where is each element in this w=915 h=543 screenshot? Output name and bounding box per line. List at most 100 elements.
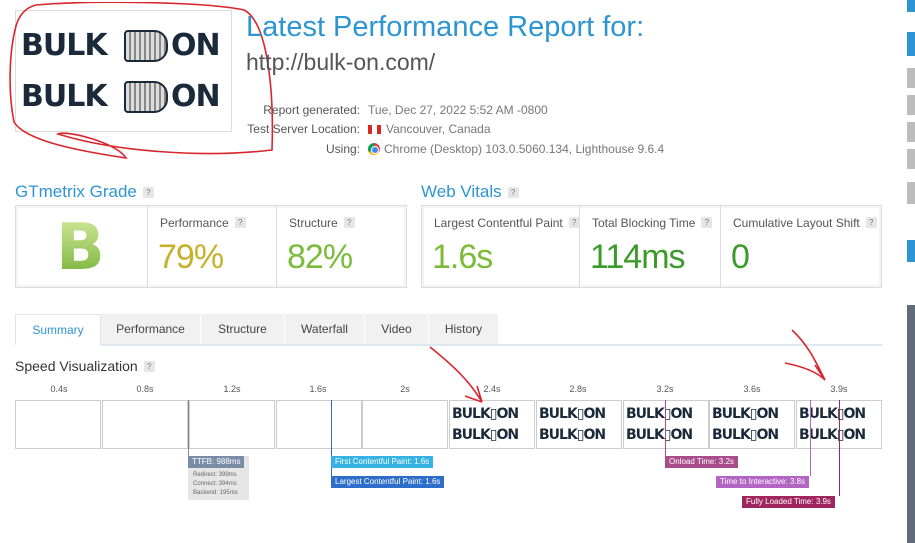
help-icon[interactable]: ?	[143, 361, 155, 372]
red-annotation-arrow-left	[429, 346, 483, 403]
structure-label: Structure?	[289, 216, 355, 230]
meta-label-generated: Report generated:	[263, 103, 360, 117]
performance-label: Performance?	[160, 216, 246, 230]
timeline-tick-label: 0.4s	[50, 384, 68, 394]
performance-value: 79%	[158, 238, 224, 276]
fully-loaded-marker-line	[839, 400, 840, 496]
filmstrip-frame-blank[interactable]	[102, 400, 188, 449]
lcp-cell: Largest Contentful Paint? 1.6s	[422, 206, 580, 287]
sidebar-block[interactable]	[907, 240, 915, 262]
ttfb-connect: Connect: 394ms	[193, 481, 237, 487]
gtmetrix-grade-heading: GTmetrix Grade?	[15, 182, 154, 202]
fully-loaded-tag[interactable]: Fully Loaded Time: 3.9s	[742, 496, 835, 508]
tab-summary[interactable]: Summary	[15, 314, 101, 346]
frame-logo: BULK▯ON	[626, 427, 693, 443]
ttfb-backend: Backend: 195ms	[193, 490, 238, 496]
filmstrip-frame-loaded[interactable]: BULK▯ON BULK▯ON	[709, 400, 795, 449]
tbt-value: 114ms	[590, 238, 686, 276]
grade-letter: B	[56, 211, 105, 285]
frame-logo: BULK▯ON	[626, 406, 693, 422]
tbt-label: Total Blocking Time?	[592, 216, 713, 230]
chrome-icon	[368, 143, 380, 155]
filmstrip-frame-loaded[interactable]: BULK▯ON BULK▯ON	[536, 400, 622, 449]
lcp-label: Largest Contentful Paint?	[434, 216, 580, 230]
timeline-tick-label: 3.2s	[656, 384, 674, 394]
meta-value-location-row: Vancouver, Canada	[368, 122, 491, 136]
timeline-tick-label: 1.2s	[223, 384, 241, 394]
performance-cell: Performance? 79%	[147, 206, 276, 287]
gtmetrix-grade-card: B Performance? 79% Structure? 82%	[15, 205, 407, 288]
help-icon[interactable]: ?	[865, 217, 877, 228]
tab-performance[interactable]: Performance	[101, 314, 201, 344]
frame-logo: BULK▯ON	[799, 427, 866, 443]
meta-value-location: Vancouver, Canada	[386, 122, 491, 136]
sidebar-block[interactable]	[907, 149, 915, 169]
ttfb-redirect: Redirect: 399ms	[193, 472, 237, 478]
onload-marker-line	[665, 400, 666, 456]
frame-logo: BULK▯ON	[539, 427, 606, 443]
filmstrip-frame-blank[interactable]	[15, 400, 101, 449]
page-title: Latest Performance Report for:	[246, 11, 645, 43]
timeline-tick-label: 2s	[400, 384, 410, 394]
timeline-tick-label: 3.6s	[743, 384, 761, 394]
help-icon[interactable]: ?	[142, 187, 154, 198]
web-vitals-heading-text: Web Vitals	[421, 182, 502, 201]
tti-marker-line	[810, 400, 811, 476]
speed-visualization-heading: Speed Visualization?	[15, 358, 155, 374]
onload-tag[interactable]: Onload Time: 3.2s	[665, 456, 738, 468]
red-annotation-arrow-right	[784, 329, 826, 381]
structure-cell: Structure? 82%	[276, 206, 408, 287]
web-vitals-card: Largest Contentful Paint? 1.6s Total Blo…	[421, 205, 882, 288]
sidebar-block	[907, 305, 915, 543]
meta-value-generated: Tue, Dec 27, 2022 5:52 AM -0800	[368, 103, 548, 117]
meta-label-location: Test Server Location:	[247, 122, 360, 136]
sidebar-block[interactable]	[907, 32, 915, 56]
frame-logo: BULK▯ON	[452, 427, 519, 443]
speed-visualization-heading-text: Speed Visualization	[15, 358, 138, 374]
help-icon[interactable]: ?	[507, 187, 519, 198]
timeline-tick-label: 0.8s	[136, 384, 154, 394]
meta-label-using: Using:	[325, 142, 360, 156]
report-url[interactable]: http://bulk-on.com/	[246, 49, 435, 76]
frame-logo: BULK▯ON	[712, 406, 779, 422]
help-icon[interactable]: ?	[343, 217, 355, 228]
tab-history[interactable]: History	[429, 314, 499, 344]
structure-value: 82%	[287, 238, 353, 276]
frame-logo: BULK▯ON	[539, 406, 606, 422]
filmstrip-frame-loaded[interactable]: BULK▯ON BULK▯ON	[623, 400, 709, 449]
sidebar-block[interactable]	[907, 68, 915, 88]
right-sidebar	[900, 0, 915, 543]
tab-structure[interactable]: Structure	[201, 314, 285, 344]
tab-video[interactable]: Video	[365, 314, 429, 344]
gtmetrix-grade-heading-text: GTmetrix Grade	[15, 182, 137, 201]
grade-cell: B	[16, 206, 147, 287]
help-icon[interactable]: ?	[701, 217, 713, 228]
filmstrip-frame-blank[interactable]	[276, 400, 362, 449]
tab-waterfall[interactable]: Waterfall	[285, 314, 365, 344]
lcp-tag[interactable]: Largest Contentful Paint: 1.6s	[331, 476, 445, 488]
timeline-tick-label: 1.6s	[309, 384, 327, 394]
meta-value-using: Chrome (Desktop) 103.0.5060.134, Lightho…	[384, 142, 665, 156]
ttfb-marker-line	[188, 400, 189, 456]
web-vitals-heading: Web Vitals?	[421, 182, 519, 202]
filmstrip-frame-blank[interactable]	[189, 400, 275, 449]
frame-logo: BULK▯ON	[799, 406, 866, 422]
fcp-tag[interactable]: First Contentful Paint: 1.6s	[331, 456, 434, 468]
sidebar-block[interactable]	[907, 0, 915, 12]
cls-value: 0	[731, 238, 750, 276]
tti-tag[interactable]: Time to Interactive: 3.8s	[716, 476, 810, 488]
sidebar-block[interactable]	[907, 95, 915, 115]
meta-value-using-row: Chrome (Desktop) 103.0.5060.134, Lightho…	[368, 142, 664, 156]
canada-flag-icon	[368, 125, 381, 134]
sidebar-block[interactable]	[907, 122, 915, 142]
cls-label: Cumulative Layout Shift?	[733, 216, 877, 230]
lcp-value: 1.6s	[432, 238, 493, 276]
timeline-tick-label: 2.8s	[569, 384, 587, 394]
help-icon[interactable]: ?	[234, 217, 246, 228]
tbt-cell: Total Blocking Time? 114ms	[579, 206, 720, 287]
cls-cell: Cumulative Layout Shift? 0	[720, 206, 883, 287]
red-annotation-scribble	[9, 2, 274, 160]
frame-logo: BULK▯ON	[712, 427, 779, 443]
sidebar-block[interactable]	[907, 182, 915, 204]
ttfb-tag[interactable]: TTFB: 988ms	[188, 456, 245, 468]
